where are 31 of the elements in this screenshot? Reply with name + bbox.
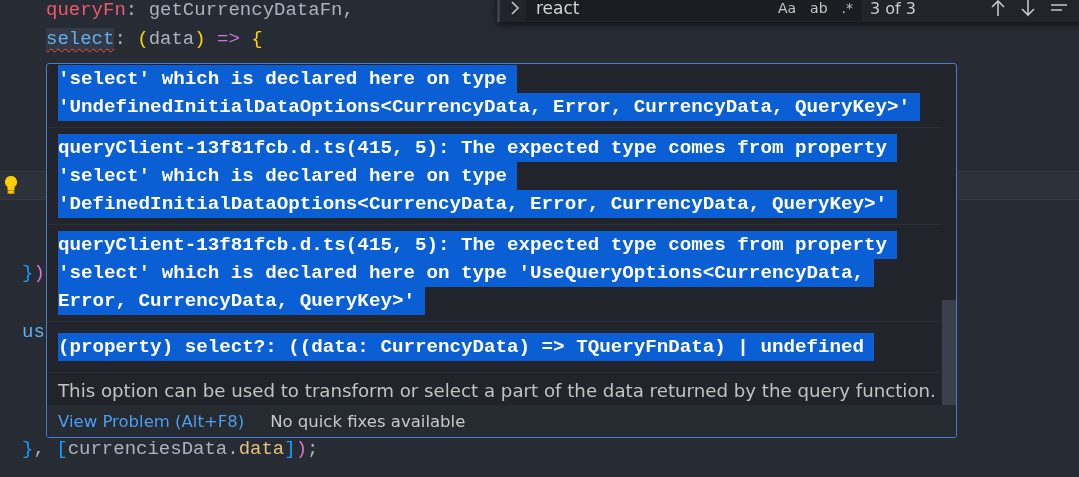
code-token: (	[137, 27, 149, 50]
code-token: [	[56, 438, 68, 461]
code-token: : getCurrencyDataFn,	[125, 0, 354, 21]
code-token: queryFn	[46, 0, 126, 21]
code-token: {	[251, 27, 263, 50]
code-token: )	[33, 262, 45, 285]
scrollbar-thumb[interactable]	[942, 300, 956, 405]
find-field[interactable]: react Aa ab .*	[526, 0, 862, 21]
find-toggle[interactable]: Aa	[774, 0, 800, 17]
code-token: :	[114, 27, 127, 50]
error-token: select	[46, 27, 115, 50]
code-token: ]	[284, 438, 296, 461]
code-token: us	[22, 320, 45, 343]
lightbulb-icon[interactable]	[4, 175, 18, 196]
code-token: data	[238, 438, 285, 461]
view-problem-link[interactable]: View Problem (Alt+F8)	[58, 411, 245, 431]
code-token: }	[22, 262, 34, 285]
quick-fixes-note: No quick fixes available	[270, 411, 466, 431]
type-signature: (property) select?: ((data: CurrencyData) => TQueryFnData) | undefined	[58, 333, 874, 361]
find-toggle[interactable]: ab	[807, 0, 831, 17]
find-toggle[interactable]: .*	[838, 0, 856, 17]
code-token: data	[148, 27, 195, 50]
code-token: =>	[217, 27, 241, 50]
code-token: )	[295, 438, 308, 461]
match-count: 3 of 3	[870, 0, 917, 18]
code-token: )	[194, 27, 207, 50]
code-token: ;	[307, 438, 319, 461]
code-token: ,	[33, 438, 46, 461]
chevron-right-icon[interactable]	[510, 0, 520, 16]
code-token: }	[22, 438, 34, 461]
code-token: currenciesData.	[67, 438, 239, 461]
